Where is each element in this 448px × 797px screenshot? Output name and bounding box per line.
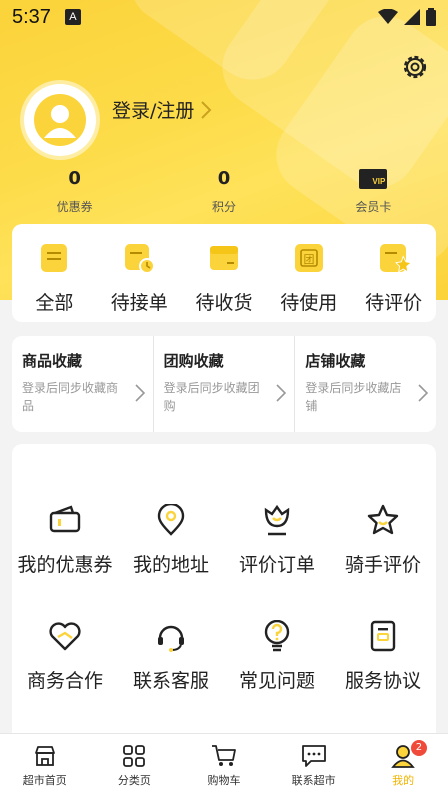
pending-use-icon: 团 [294, 244, 323, 272]
handshake-icon [49, 622, 81, 651]
service-rider-review[interactable]: 骑手评价 [330, 500, 436, 577]
status-time: 5:37 [12, 5, 51, 28]
stat-label: 会员卡 [355, 200, 392, 214]
order-pending-review[interactable]: 待评价 [351, 224, 436, 322]
pending-review-icon [379, 244, 410, 273]
battery-icon [426, 8, 436, 26]
fav-groupbuy[interactable]: 团购收藏 登录后同步收藏团购 [152, 336, 295, 432]
chevron-right-icon [135, 384, 145, 402]
order-pending-use[interactable]: 团 待使用 [266, 224, 351, 322]
stat-coupons[interactable]: 0 优惠券 [0, 168, 149, 215]
stat-label: 积分 [211, 200, 236, 214]
location-icon [157, 504, 185, 536]
status-bar: 5:37 A [0, 0, 448, 34]
service-agreement[interactable]: 服务协议 [330, 616, 436, 693]
order-pending-receive[interactable]: 待收货 [182, 224, 267, 322]
service-faq[interactable]: 常见问题 [224, 616, 330, 693]
category-icon [123, 745, 146, 767]
tab-label: 超市首页 [22, 774, 67, 787]
tab-mine[interactable]: 2 我的 [358, 734, 448, 797]
tab-label: 我的 [392, 774, 415, 787]
status-indicator: A [64, 9, 81, 25]
review-order-icon [264, 504, 290, 536]
chat-icon [301, 745, 326, 767]
service-label: 服务协议 [344, 670, 421, 692]
tab-label: 联系超市 [291, 774, 336, 787]
stat-value: 0 [68, 168, 81, 189]
tab-cart[interactable]: 购物车 [179, 734, 269, 797]
orders-card: 全部 待接单 待收货 团 待使用 待评价 [12, 224, 436, 322]
tab-label: 分类页 [117, 774, 151, 787]
service-label: 商务合作 [26, 670, 103, 692]
service-label: 骑手评价 [344, 554, 421, 576]
pending-receive-icon [209, 246, 238, 270]
service-address[interactable]: 我的地址 [118, 500, 224, 577]
tab-label: 购物车 [207, 774, 241, 787]
service-label: 评价订单 [238, 554, 315, 576]
order-label: 全部 [35, 292, 74, 314]
wifi-icon [378, 9, 398, 24]
service-label: 我的地址 [132, 554, 209, 576]
fav-title: 商品收藏 [22, 352, 83, 370]
chevron-right-icon [201, 100, 212, 119]
cart-icon [211, 745, 236, 766]
vip-card-icon: VIP [359, 169, 388, 189]
chevron-right-icon [418, 384, 429, 402]
pending-accept-icon [125, 244, 156, 274]
order-label: 待接单 [110, 292, 168, 314]
star-icon [367, 504, 399, 535]
default-avatar-icon [34, 94, 86, 146]
agreement-icon [370, 620, 396, 652]
stat-member-card[interactable]: VIP 会员卡 [299, 168, 448, 215]
stat-value: 0 [217, 168, 231, 189]
login-label: 登录/注册 [112, 100, 195, 122]
login-register-link[interactable]: 登录/注册 [112, 96, 212, 123]
chevron-right-icon [276, 384, 287, 402]
order-icon-glyph: 团 [303, 253, 314, 266]
service-review-orders[interactable]: 评价订单 [224, 500, 330, 577]
order-label: 待收货 [195, 292, 253, 314]
stat-label: 优惠券 [56, 200, 93, 214]
order-label: 待使用 [280, 292, 338, 314]
service-coupons[interactable]: 我的优惠券 [12, 500, 118, 577]
service-label: 我的优惠券 [17, 554, 113, 576]
bottom-tab-bar: 超市首页 分类页 购物车 联系超市 2 我的 [0, 733, 448, 797]
tab-category[interactable]: 分类页 [90, 734, 180, 797]
service-business[interactable]: 商务合作 [12, 616, 118, 693]
order-pending-accept[interactable]: 待接单 [97, 224, 182, 322]
stat-points[interactable]: 0 积分 [149, 168, 298, 215]
services-card: 我的优惠券 我的地址 评价订单 骑手评价 商务合作 联系客服 常见问题 服务协议 [12, 444, 436, 744]
service-customer-service[interactable]: 联系客服 [118, 616, 224, 693]
coupon-icon [49, 505, 81, 533]
notification-badge: 2 [410, 740, 427, 756]
favorites-card: 商品收藏 登录后同步收藏商品 团购收藏 登录后同步收藏团购 店铺收藏 登录后同步… [12, 336, 436, 432]
signal-icon [404, 9, 420, 25]
avatar[interactable] [24, 84, 96, 156]
faq-icon [264, 620, 290, 652]
fav-goods[interactable]: 商品收藏 登录后同步收藏商品 [12, 336, 153, 432]
fav-title: 团购收藏 [163, 352, 224, 370]
order-all[interactable]: 全部 [12, 224, 97, 322]
settings-gear-icon[interactable] [400, 52, 430, 82]
service-label: 常见问题 [238, 670, 315, 692]
fav-store[interactable]: 店铺收藏 登录后同步收藏店铺 [294, 336, 436, 432]
fav-title: 店铺收藏 [305, 352, 366, 370]
tab-home[interactable]: 超市首页 [0, 734, 90, 797]
headset-icon [158, 625, 184, 652]
fav-desc: 登录后同步收藏店铺 [305, 381, 402, 413]
service-label: 联系客服 [132, 670, 209, 692]
store-icon [34, 746, 55, 766]
fav-desc: 登录后同步收藏团购 [163, 381, 260, 413]
stats-row: 0 优惠券 0 积分 VIP 会员卡 [0, 168, 448, 215]
fav-desc: 登录后同步收藏商品 [22, 381, 119, 413]
tab-contact[interactable]: 联系超市 [269, 734, 359, 797]
all-orders-icon [41, 244, 68, 272]
order-label: 待评价 [365, 292, 423, 314]
